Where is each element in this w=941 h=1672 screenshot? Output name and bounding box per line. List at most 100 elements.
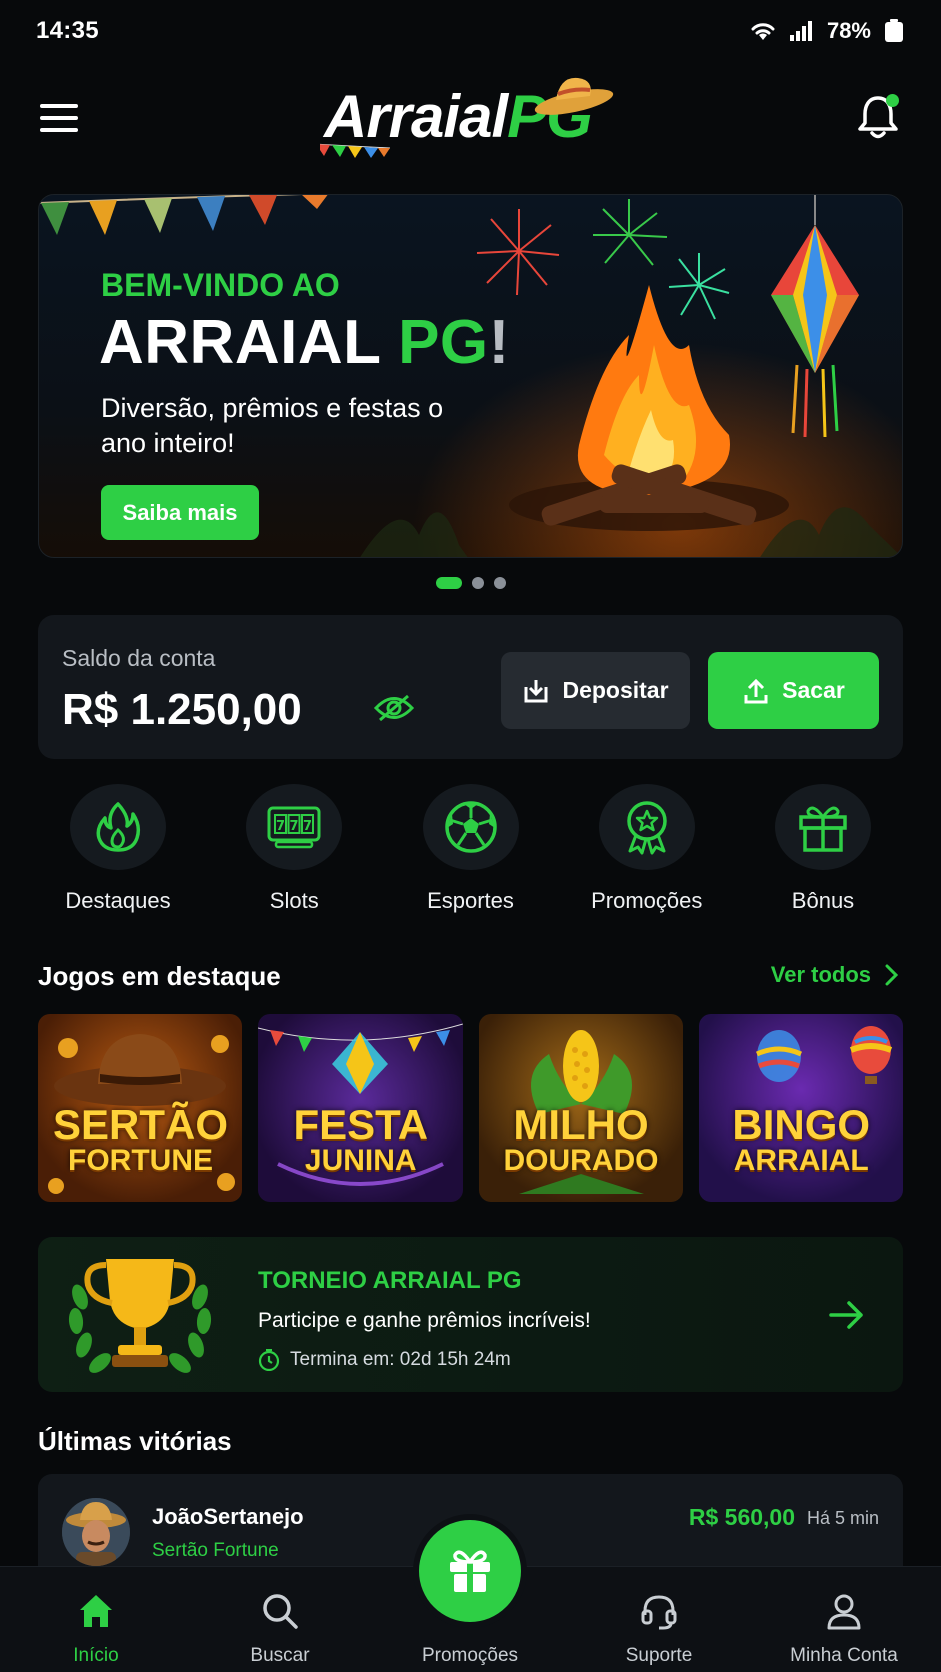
- svg-text:7: 7: [276, 819, 285, 834]
- game-title-line2: JUNINA: [304, 1144, 417, 1177]
- tournament-ends: Termina em: 02d 15h 24m: [290, 1349, 511, 1370]
- nav-label: Suporte: [625, 1645, 693, 1666]
- balance-amount: R$ 1.250,00: [62, 685, 302, 734]
- headset-icon: [641, 1595, 677, 1630]
- category-esportes[interactable]: Esportes: [391, 784, 551, 914]
- nav-label: Buscar: [250, 1645, 310, 1666]
- game-card[interactable]: MILHO DOURADO: [478, 1014, 683, 1202]
- win-time: Há 5 min: [806, 1508, 879, 1528]
- deposit-icon: [524, 679, 548, 702]
- game-title-line1: FESTA: [293, 1101, 429, 1148]
- chevron-right-icon: [885, 964, 899, 986]
- tournament-title: TORNEIO ARRAIAL PG: [258, 1267, 522, 1294]
- arrow-right-icon[interactable]: [827, 1295, 867, 1335]
- flame-icon: [96, 802, 141, 852]
- category-label: Promoções: [591, 888, 703, 913]
- medal-icon: [627, 801, 667, 855]
- see-all-label: Ver todos: [770, 962, 871, 987]
- tournament-countdown: Termina em: 02d 15h 24m: [258, 1349, 511, 1371]
- hero-banner[interactable]: BEM-VINDO AO ARRAIAL PG! Diversão, prêmi…: [38, 194, 903, 558]
- eye-toggle-icon[interactable]: [374, 693, 414, 723]
- headline-green: PG: [398, 308, 489, 377]
- signal-icon: [789, 21, 812, 41]
- withdraw-button[interactable]: Sacar: [708, 652, 879, 729]
- tournament-card[interactable]: TORNEIO ARRAIAL PG Participe e ganhe prê…: [38, 1237, 903, 1392]
- menu-icon[interactable]: [40, 104, 78, 132]
- nav-support[interactable]: Suporte: [584, 1567, 734, 1672]
- last-wins-title: Últimas vitórias: [38, 1426, 232, 1456]
- bunting-icon: [320, 143, 391, 158]
- featured-games-row: SERTÃO FORTUNE FESTA JUNINA MILHO DOURAD…: [38, 1014, 903, 1202]
- headline-white: ARRAIAL: [99, 308, 399, 377]
- see-all-link[interactable]: Ver todos: [771, 962, 899, 988]
- promotions-fab-button[interactable]: [419, 1520, 521, 1622]
- soccer-ball-icon: [444, 801, 497, 853]
- withdraw-label: Sacar: [782, 677, 845, 703]
- banner-eyebrow: BEM-VINDO AO: [101, 267, 340, 303]
- win-amount: R$ 560,00: [688, 1504, 795, 1530]
- avatar: [62, 1498, 130, 1566]
- status-bar: 14:35 78%: [0, 0, 941, 62]
- headline-exclamation: !: [488, 308, 510, 377]
- banner-subtitle: Diversão, prêmios e festas o ano inteiro…: [101, 393, 444, 458]
- nav-home[interactable]: Início: [21, 1567, 171, 1672]
- deposit-button[interactable]: Depositar: [501, 652, 690, 729]
- carousel-dot[interactable]: [493, 577, 506, 589]
- category-circle: [422, 784, 519, 870]
- game-title-line2: FORTUNE: [68, 1144, 213, 1177]
- notifications-bell-icon[interactable]: [855, 92, 901, 140]
- svg-text:7: 7: [290, 819, 299, 834]
- game-title-line1: MILHO: [513, 1101, 649, 1148]
- category-circle: [775, 784, 871, 870]
- user-avatar-illustration: [62, 1498, 130, 1566]
- wifi-icon: [751, 23, 775, 40]
- balance-card: Saldo da conta R$ 1.250,00 Depositar Sac…: [38, 615, 903, 759]
- banner-headline: ARRAIAL PG!: [99, 307, 510, 378]
- app-logo[interactable]: ArraialPG: [320, 74, 640, 170]
- winner-name: JoãoSertanejo: [152, 1504, 304, 1529]
- game-card[interactable]: FESTA JUNINA: [258, 1014, 463, 1202]
- winner-game: Sertão Fortune: [152, 1540, 279, 1561]
- upload-icon: [744, 678, 768, 703]
- carousel-indicators: [0, 577, 941, 589]
- status-time: 14:35: [36, 17, 99, 44]
- slot-machine-icon: 777: [267, 806, 321, 849]
- timer-icon: [258, 1349, 280, 1371]
- trophy-icon: [68, 1259, 212, 1373]
- category-label: Bônus: [791, 888, 855, 913]
- game-card[interactable]: SERTÃO FORTUNE: [38, 1014, 243, 1202]
- user-icon: [827, 1594, 861, 1630]
- game-title-line1: SERTÃO: [52, 1101, 228, 1148]
- svg-text:7: 7: [303, 819, 312, 834]
- category-circle: [70, 784, 166, 870]
- category-destaques[interactable]: Destaques: [38, 784, 198, 914]
- nav-label: Promoções: [421, 1645, 519, 1666]
- balance-label: Saldo da conta: [62, 645, 216, 671]
- nav-search[interactable]: Buscar: [205, 1567, 355, 1672]
- carousel-dot[interactable]: [435, 577, 462, 589]
- game-title-line2: ARRAIAL: [733, 1144, 869, 1177]
- game-title-line1: BINGO: [732, 1101, 871, 1148]
- category-promocoes[interactable]: Promoções: [567, 784, 727, 914]
- carousel-dot[interactable]: [471, 577, 484, 589]
- search-icon: [263, 1594, 298, 1629]
- game-title-line2: DOURADO: [503, 1144, 659, 1177]
- category-bonus[interactable]: Bônus: [743, 784, 903, 914]
- home-icon: [80, 1595, 112, 1627]
- battery-percent: 78%: [826, 18, 871, 43]
- nav-label: Início: [73, 1645, 119, 1666]
- category-label: Esportes: [427, 888, 514, 913]
- game-card[interactable]: BINGO ARRAIAL: [698, 1014, 903, 1202]
- nav-account[interactable]: Minha Conta: [769, 1567, 919, 1672]
- tournament-subtitle: Participe e ganhe prêmios incríveis!: [258, 1309, 591, 1332]
- app-header: ArraialPG: [0, 70, 941, 166]
- status-icons: 78%: [749, 18, 905, 44]
- category-circle: 777: [246, 784, 343, 870]
- category-slots[interactable]: 777 Slots: [214, 784, 374, 914]
- gift-icon: [799, 806, 847, 852]
- category-circle: [598, 784, 695, 870]
- learn-more-button[interactable]: Saiba mais: [101, 485, 259, 540]
- featured-games-title: Jogos em destaque: [38, 961, 281, 991]
- gift-icon: [450, 1550, 490, 1592]
- battery-icon: [885, 19, 903, 42]
